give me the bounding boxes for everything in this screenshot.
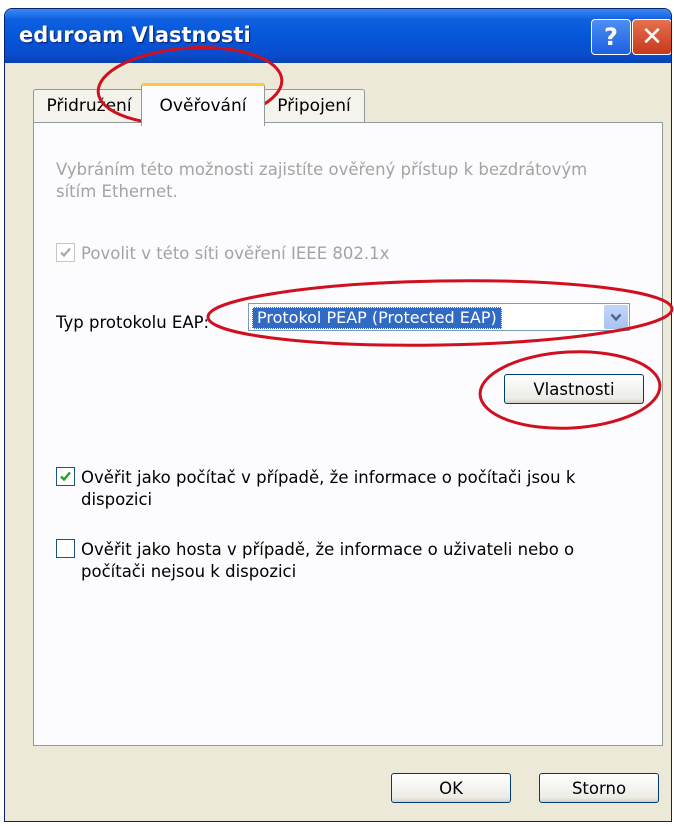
auth-as-guest-checkbox[interactable] — [56, 539, 75, 558]
auth-as-guest-row: Ověřit jako hosta v případě, že informac… — [56, 539, 621, 583]
tab-authentication[interactable]: Ověřování — [141, 83, 265, 126]
description-text: Vybráním této možnosti zajistíte ověřený… — [56, 160, 588, 201]
auth-as-computer-label: Ověřit jako počítač v případě, že inform… — [81, 468, 576, 509]
checkmark-icon — [60, 471, 71, 482]
close-button[interactable]: ✕ — [632, 19, 671, 55]
help-button[interactable]: ? — [591, 19, 631, 55]
auth-as-guest-label: Ověřit jako hosta v případě, že informac… — [81, 540, 575, 581]
enable-8021x-label: Povolit v této síti ověření IEEE 802.1x — [81, 244, 390, 263]
eap-type-label: Typ protokolu EAP: — [56, 313, 210, 332]
enable-8021x-checkbox[interactable] — [56, 243, 75, 262]
window-title: eduroam Vlastnosti — [19, 23, 251, 47]
eap-type-value: Protokol PEAP (Protected EAP) — [252, 307, 502, 329]
tab-association[interactable]: Přidružení — [33, 89, 145, 122]
cancel-button[interactable]: Storno — [539, 773, 659, 803]
tab-strip: Přidružení Ověřování Připojení — [5, 63, 671, 126]
checkmark-icon — [60, 247, 71, 258]
properties-dialog: eduroam Vlastnosti ? ✕ Přidružení Ověřov… — [4, 8, 672, 822]
auth-as-computer-row: Ověřit jako počítač v případě, že inform… — [56, 467, 621, 511]
chevron-down-icon[interactable] — [604, 305, 628, 329]
eap-properties-button[interactable]: Vlastnosti — [504, 374, 644, 404]
ok-button[interactable]: OK — [391, 773, 511, 803]
help-icon: ? — [604, 23, 618, 51]
authentication-panel: Vybráním této možnosti zajistíte ověřený… — [33, 122, 663, 746]
tab-connection[interactable]: Připojení — [263, 89, 365, 122]
auth-as-computer-checkbox[interactable] — [56, 467, 75, 486]
close-icon: ✕ — [641, 22, 663, 52]
enable-8021x-row: Povolit v této síti ověření IEEE 802.1x — [56, 243, 389, 265]
title-bar[interactable]: eduroam Vlastnosti ? ✕ — [5, 9, 671, 63]
eap-type-select[interactable]: Protokol PEAP (Protected EAP) — [248, 303, 630, 331]
